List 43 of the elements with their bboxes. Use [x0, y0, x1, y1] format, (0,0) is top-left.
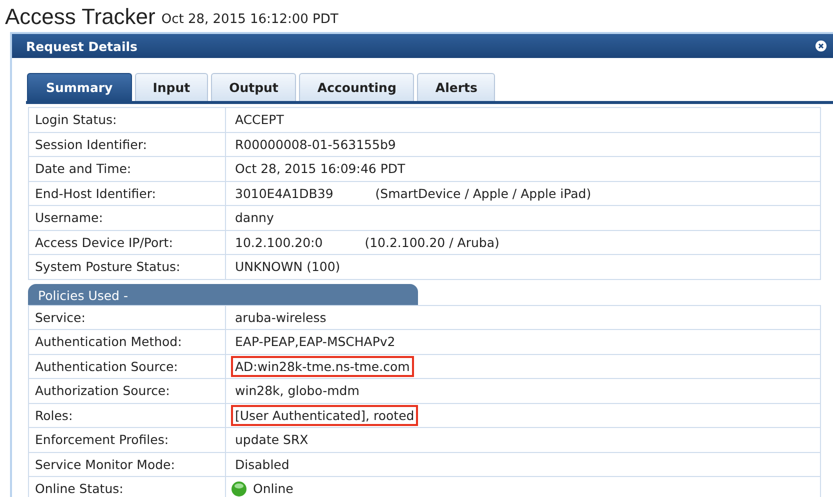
field-value: win28k, globo-mdm [234, 382, 360, 400]
page-title: Access Tracker [5, 4, 156, 30]
dialog-title: Request Details [26, 38, 138, 54]
field-value: Disabled [234, 456, 290, 474]
tab[interactable]: Accounting [299, 73, 414, 101]
field-value: 10.2.100.20:0 [234, 234, 324, 252]
field-value: aruba-wireless [234, 308, 328, 327]
field-value: 3010E4A1DB39 [234, 184, 334, 203]
tab[interactable]: Summary [27, 73, 132, 101]
field-value: [User Authenticated], rooted [231, 404, 418, 426]
field-label: System Posture Status: [29, 255, 226, 278]
field-value: R00000008-01-563155b9 [234, 136, 397, 154]
field-label: Service Monitor Mode: [29, 452, 226, 476]
field-label: End-Host Identifier: [29, 182, 226, 205]
field-value: EAP-PEAP,EAP-MSCHAPv2 [234, 333, 396, 352]
field-label: Access Device IP/Port: [29, 230, 226, 254]
field-label: Date and Time: [29, 157, 226, 180]
close-icon [815, 40, 827, 52]
field-label: Session Identifier: [29, 132, 226, 156]
field-label: Login Status: [29, 108, 226, 132]
field-value: Oct 28, 2015 16:09:46 PDT [234, 160, 406, 178]
field-label: Online Status: [29, 477, 226, 497]
field-label: Enforcement Profiles: [29, 428, 226, 452]
field-label: Service: [29, 306, 226, 329]
field-value: danny [234, 209, 275, 228]
field-label: Username: [29, 206, 226, 230]
timestamp: Oct 28, 2015 16:12:00 PDT [161, 11, 338, 29]
field-detail: (SmartDevice / Apple / Apple iPad) [375, 186, 592, 201]
field-label: Roles: [29, 404, 226, 427]
field-label: Authentication Source: [29, 354, 226, 378]
field-label: Authentication Method: [29, 330, 226, 354]
field-detail: (10.2.100.20 / Aruba) [364, 234, 500, 250]
field-label: Authorization Source: [29, 379, 226, 402]
field-value: AD:win28k-tme.ns-tme.com [231, 356, 414, 377]
field-value: update SRX [234, 431, 310, 450]
close-button[interactable] [815, 40, 827, 52]
field-value: Online [252, 480, 294, 497]
field-value: ACCEPT [234, 111, 285, 130]
field-value: UNKNOWN (100) [234, 258, 342, 276]
tab[interactable]: Alerts [417, 73, 496, 101]
section-header: Policies Used - [28, 284, 418, 304]
tab[interactable]: Input [134, 73, 208, 101]
tab[interactable]: Output [211, 73, 296, 101]
